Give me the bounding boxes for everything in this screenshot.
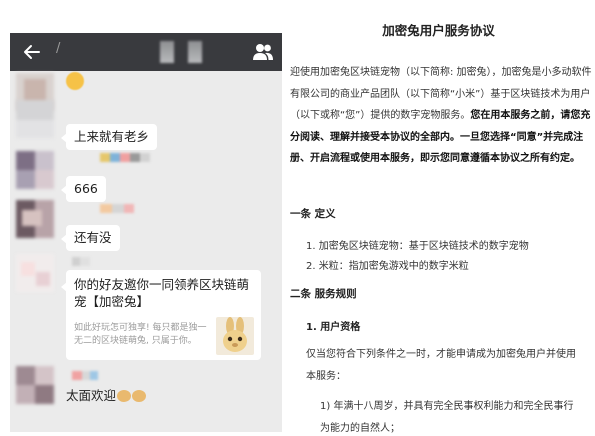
blurred-nickname bbox=[100, 204, 134, 213]
avatar[interactable] bbox=[16, 366, 54, 404]
chat-title: / bbox=[56, 41, 61, 56]
message-bubble: 还有没 bbox=[61, 225, 120, 251]
blurred-title-block bbox=[188, 41, 202, 63]
definition-item: 2. 米粒：指加密兔游戏中的数字米粒 bbox=[306, 261, 469, 272]
avatar[interactable] bbox=[16, 254, 54, 292]
share-card[interactable]: 你的好友邀你一同领养区块链萌宠【加密兔】 如此好玩怎可独享! 每只都是独一无二的… bbox=[61, 270, 261, 360]
agreement-document: 加密兔用户服务协议 迎使用加密兔区块链宠物（以下简称: 加密兔），加密兔是小多动… bbox=[282, 0, 595, 436]
chat-screenshot: / 上来就有老乡 666 还有没 你的好友邀你一同领养区块链萌宠【加密兔】 如此… bbox=[10, 33, 282, 432]
share-card-description: 如此好玩怎可独享! 每只都是独一无二的区块链萌兔, 只属于你。 bbox=[74, 323, 207, 346]
message-text: 上来就有老乡 bbox=[74, 129, 150, 144]
message-text: 太面欢迎 bbox=[66, 385, 147, 404]
message-text: 太面欢迎 bbox=[66, 388, 117, 403]
message-bubble: 666 bbox=[61, 176, 106, 202]
avatar[interactable] bbox=[16, 151, 54, 189]
blurred-nickname bbox=[72, 371, 98, 380]
back-arrow-icon[interactable] bbox=[22, 42, 42, 62]
rabbit-thumbnail-icon bbox=[216, 317, 254, 355]
message-text: 666 bbox=[74, 181, 98, 196]
eligibility-paragraph: 仅当您符合下列条件之一时，才能申请成为加密兔用户并使用本服务： bbox=[306, 349, 576, 382]
avatar[interactable] bbox=[16, 200, 54, 238]
avatar[interactable] bbox=[16, 100, 54, 138]
definition-item: 1. 加密兔区块链宠物：基于区块链技术的数字宠物 bbox=[306, 241, 529, 252]
share-card-title: 你的好友邀你一同领养区块链萌宠【加密兔】 bbox=[74, 277, 250, 309]
eligibility-item: 1) 年满十八周岁，并具有完全民事权利能力和完全民事行为能力的自然人； bbox=[320, 401, 574, 434]
blurred-nickname bbox=[72, 257, 90, 266]
clap-emoji-icon bbox=[117, 390, 132, 402]
section-title: 二条 服务规则 bbox=[290, 288, 357, 300]
agreement-intro: 迎使用加密兔区块链宠物（以下简称: 加密兔），加密兔是小多动软件有限公司的商业产… bbox=[290, 62, 592, 170]
blurred-title-block bbox=[160, 41, 174, 63]
section-title: 一条 定义 bbox=[290, 208, 336, 220]
group-members-icon[interactable] bbox=[252, 42, 274, 62]
clap-emoji-icon bbox=[132, 390, 147, 402]
message-text: 还有没 bbox=[74, 230, 112, 245]
subsection-title: 1. 用户资格 bbox=[306, 322, 361, 333]
chat-header: / bbox=[10, 33, 282, 71]
message-bubble: 上来就有老乡 bbox=[60, 124, 158, 150]
blurred-nickname bbox=[100, 153, 150, 162]
agreement-title: 加密兔用户服务协议 bbox=[382, 23, 495, 38]
emoji-icon bbox=[66, 72, 84, 90]
